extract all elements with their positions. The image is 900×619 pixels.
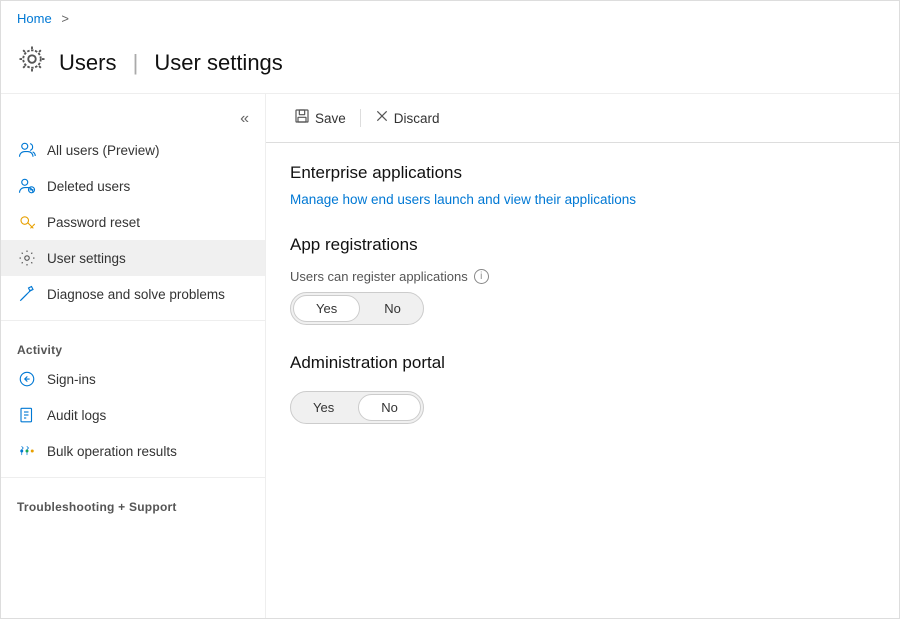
sidebar-label-deleted-users: Deleted users [47, 179, 130, 194]
save-label: Save [315, 111, 346, 126]
enterprise-apps-link[interactable]: Manage how end users launch and view the… [290, 192, 636, 207]
admin-portal-yes-button[interactable]: Yes [291, 392, 356, 423]
page-header: Users | User settings [1, 36, 899, 94]
sidebar-item-diagnose[interactable]: Diagnose and solve problems [1, 276, 265, 312]
tools-icon [17, 284, 37, 304]
save-button[interactable]: Save [286, 104, 354, 132]
signins-icon [17, 369, 37, 389]
discard-button[interactable]: Discard [367, 105, 448, 131]
sidebar-label-user-settings: User settings [47, 251, 126, 266]
enterprise-apps-section: Enterprise applications Manage how end u… [290, 163, 875, 207]
app-registrations-title: App registrations [290, 235, 875, 255]
sidebar-label-diagnose: Diagnose and solve problems [47, 287, 225, 302]
deleted-users-icon [17, 176, 37, 196]
admin-portal-title: Administration portal [290, 353, 875, 373]
collapse-button[interactable]: « [234, 108, 255, 130]
sidebar-label-sign-ins: Sign-ins [47, 372, 96, 387]
discard-icon [375, 109, 389, 127]
app-registrations-toggle: Yes No [290, 292, 424, 325]
troubleshoot-section-label: Troubleshooting + Support [1, 486, 265, 518]
breadcrumb-separator: > [61, 11, 69, 26]
sidebar-label-all-users: All users (Preview) [47, 143, 160, 158]
bulk-icon [17, 441, 37, 461]
content-area: Save Discard Enterprise a [266, 94, 899, 618]
breadcrumb-home[interactable]: Home [17, 11, 52, 26]
sidebar-item-bulk-ops[interactable]: Bulk operation results [1, 433, 265, 469]
discard-label: Discard [394, 111, 440, 126]
enterprise-apps-title: Enterprise applications [290, 163, 875, 183]
toolbar: Save Discard [266, 94, 899, 143]
page-header-icon [17, 44, 47, 81]
sidebar-item-user-settings[interactable]: User settings [1, 240, 265, 276]
content-sections: Enterprise applications Manage how end u… [266, 143, 899, 472]
settings-icon [17, 248, 37, 268]
sidebar: « All users (Preview) [1, 94, 266, 618]
sidebar-label-bulk-ops: Bulk operation results [47, 444, 177, 459]
app-registrations-field-label: Users can register applications i [290, 269, 875, 284]
toolbar-separator [360, 109, 361, 127]
info-icon-app-reg[interactable]: i [474, 269, 489, 284]
app-registrations-section: App registrations Users can register app… [290, 235, 875, 325]
page-title: Users | User settings [59, 50, 283, 76]
sidebar-item-deleted-users[interactable]: Deleted users [1, 168, 265, 204]
admin-portal-no-button[interactable]: No [358, 394, 421, 421]
app-reg-no-button[interactable]: No [362, 293, 423, 324]
admin-portal-toggle: Yes No [290, 391, 424, 424]
users-icon [17, 140, 37, 160]
key-icon [17, 212, 37, 232]
sidebar-label-password-reset: Password reset [47, 215, 140, 230]
sidebar-item-all-users[interactable]: All users (Preview) [1, 132, 265, 168]
sidebar-label-audit-logs: Audit logs [47, 408, 106, 423]
sidebar-item-password-reset[interactable]: Password reset [1, 204, 265, 240]
sidebar-divider-2 [1, 477, 265, 478]
sidebar-item-audit-logs[interactable]: Audit logs [1, 397, 265, 433]
app-reg-yes-button[interactable]: Yes [293, 295, 360, 322]
admin-portal-section: Administration portal Yes No [290, 353, 875, 424]
save-icon [294, 108, 310, 128]
audit-icon [17, 405, 37, 425]
sidebar-divider [1, 320, 265, 321]
sidebar-item-sign-ins[interactable]: Sign-ins [1, 361, 265, 397]
breadcrumb: Home > [1, 1, 899, 36]
activity-section-label: Activity [1, 329, 265, 361]
